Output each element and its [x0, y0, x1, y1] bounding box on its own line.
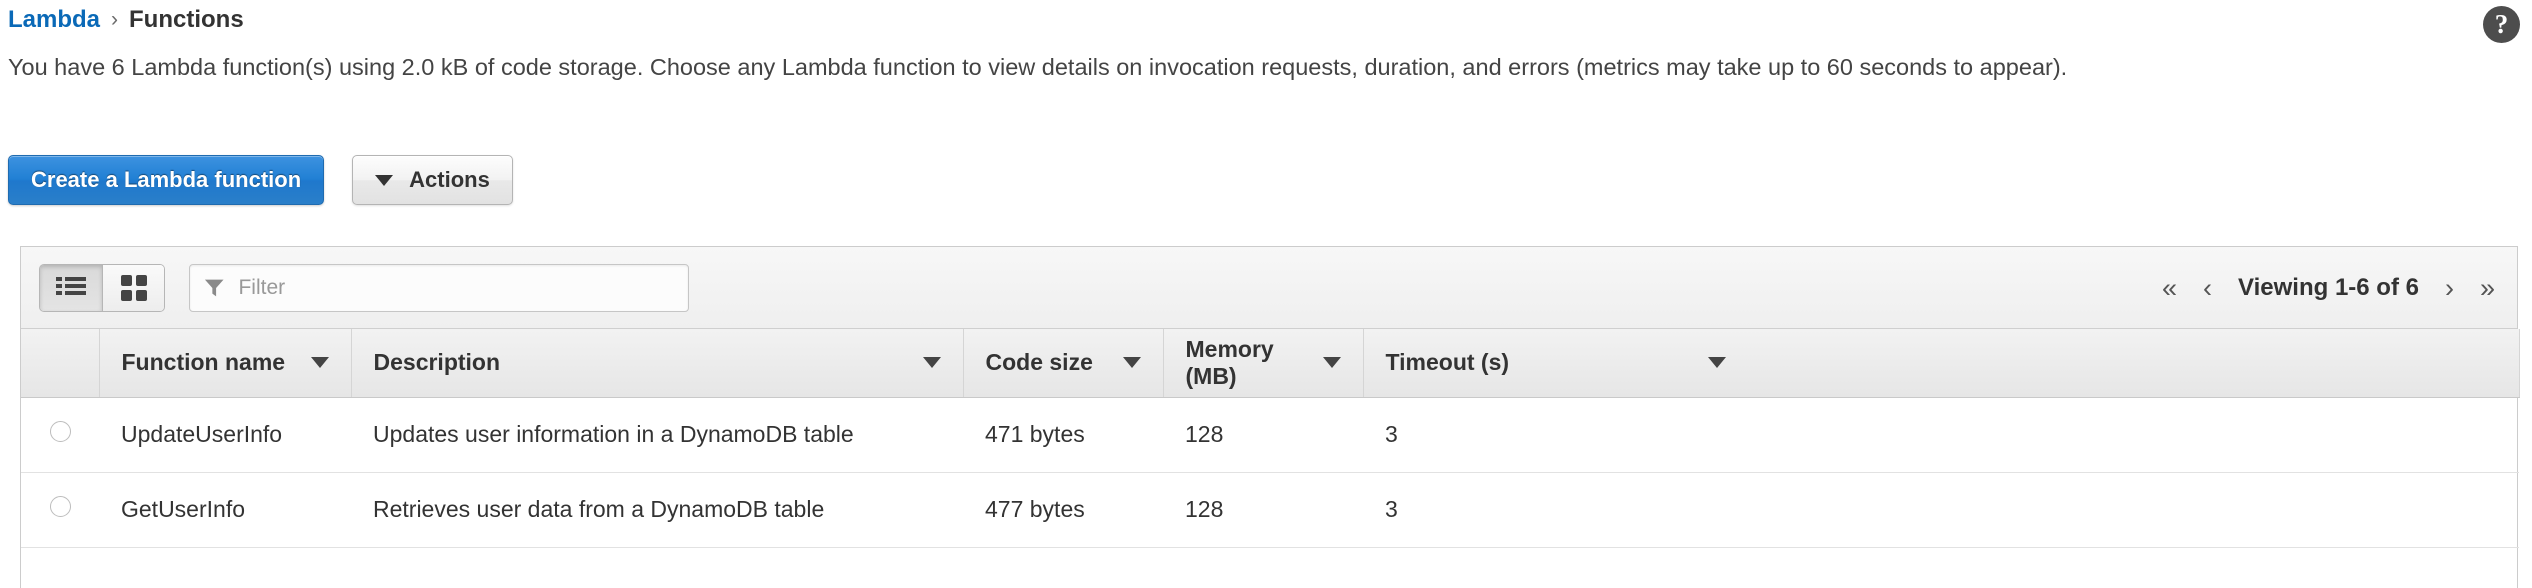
- cell-description: Retrieves user data from a DynamoDB tabl…: [351, 472, 963, 548]
- functions-table: Function name Description Code size Memo…: [21, 329, 2520, 548]
- table-row[interactable]: UpdateUserInfo Updates user information …: [21, 397, 2519, 473]
- pagination-prev-button[interactable]: ‹: [2203, 273, 2212, 304]
- action-toolbar: Create a Lambda function Actions: [8, 155, 513, 205]
- filter-input[interactable]: [236, 274, 674, 301]
- cell-function-name[interactable]: UpdateUserInfo: [99, 397, 351, 473]
- column-header-code-size[interactable]: Code size: [963, 329, 1164, 398]
- column-label: Description: [373, 349, 501, 376]
- sort-caret-icon[interactable]: [310, 357, 329, 369]
- breadcrumb-link-lambda[interactable]: Lambda: [8, 6, 100, 34]
- pagination-first-button[interactable]: «: [2162, 273, 2177, 304]
- filter-box[interactable]: [189, 263, 689, 312]
- breadcrumb: Lambda › Functions: [8, 6, 244, 34]
- row-select-cell[interactable]: [21, 472, 99, 548]
- view-toggle-group: [39, 263, 165, 312]
- cell-description: Updates user information in a DynamoDB t…: [351, 397, 963, 473]
- sort-caret-icon[interactable]: [1707, 357, 1726, 369]
- cell-memory: 128: [1163, 397, 1363, 473]
- cell-code-size: 471 bytes: [963, 397, 1163, 473]
- breadcrumb-current-functions: Functions: [129, 6, 244, 33]
- cell-timeout: 3: [1363, 397, 2519, 473]
- sort-caret-icon[interactable]: [1122, 357, 1141, 369]
- pagination-next-button[interactable]: ›: [2445, 273, 2454, 304]
- functions-panel: « ‹ Viewing 1-6 of 6 › » Function name: [20, 246, 2520, 588]
- column-header-function-name[interactable]: Function name: [99, 329, 352, 398]
- column-label: Code size: [985, 349, 1093, 376]
- filter-funnel-icon: [204, 279, 224, 296]
- list-view-icon: [56, 276, 86, 295]
- help-icon[interactable]: ?: [2483, 6, 2520, 43]
- column-header-select: [21, 329, 100, 398]
- column-label: Memory (MB): [1185, 335, 1274, 389]
- column-header-memory[interactable]: Memory (MB): [1163, 329, 1364, 398]
- pagination-last-button[interactable]: »: [2480, 273, 2495, 304]
- actions-dropdown-button[interactable]: Actions: [352, 155, 513, 205]
- breadcrumb-separator-icon: ›: [111, 8, 119, 31]
- chevron-down-icon: [375, 174, 394, 186]
- table-header-row: Function name Description Code size Memo…: [21, 329, 2520, 398]
- create-lambda-function-button[interactable]: Create a Lambda function: [8, 155, 325, 205]
- sort-caret-icon[interactable]: [922, 357, 941, 369]
- column-label: Function name: [121, 349, 286, 376]
- sort-caret-icon[interactable]: [1322, 357, 1341, 369]
- grid-view-icon: [120, 274, 147, 301]
- panel-toolbar: « ‹ Viewing 1-6 of 6 › »: [21, 247, 2517, 329]
- column-label: Timeout (s): [1385, 349, 1510, 376]
- lambda-functions-page: Lambda › Functions ? You have 6 Lambda f…: [0, 0, 2532, 588]
- grid-view-button[interactable]: [102, 264, 164, 311]
- row-select-cell[interactable]: [21, 397, 99, 473]
- list-view-button[interactable]: [40, 264, 102, 311]
- cell-timeout: 3: [1363, 472, 2519, 548]
- pagination-label: Viewing 1-6 of 6: [2238, 274, 2419, 301]
- column-header-description[interactable]: Description: [351, 329, 964, 398]
- column-header-timeout[interactable]: Timeout (s): [1363, 329, 2520, 398]
- cell-function-name[interactable]: GetUserInfo: [99, 472, 351, 548]
- cell-code-size: 477 bytes: [963, 472, 1163, 548]
- row-radio-button[interactable]: [49, 421, 71, 442]
- actions-button-label: Actions: [409, 167, 490, 192]
- cell-memory: 128: [1163, 472, 1363, 548]
- row-radio-button[interactable]: [49, 496, 71, 517]
- pagination: « ‹ Viewing 1-6 of 6 › »: [2162, 247, 2495, 329]
- table-row[interactable]: GetUserInfo Retrieves user data from a D…: [21, 472, 2519, 548]
- page-description: You have 6 Lambda function(s) using 2.0 …: [8, 54, 2068, 80]
